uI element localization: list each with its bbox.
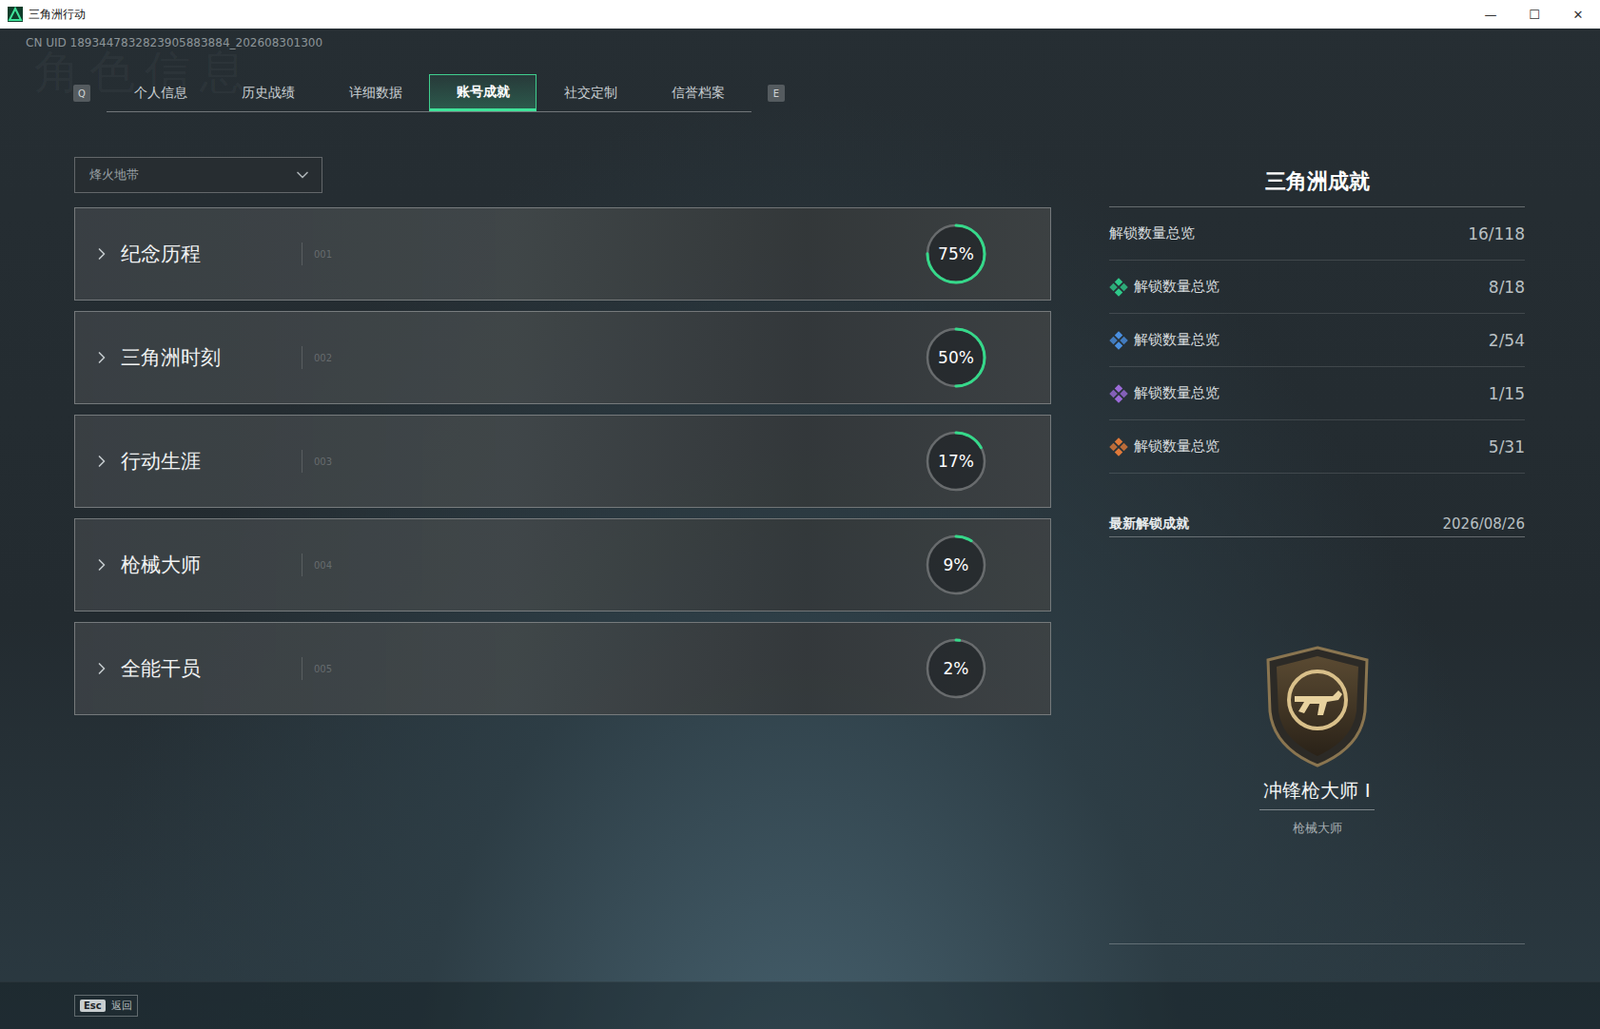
stat-label: 解锁数量总览 bbox=[1109, 331, 1489, 351]
tab-list: 个人信息历史战绩详细数据账号成就社交定制信誉档案 bbox=[106, 74, 752, 113]
category-index: 002 bbox=[301, 346, 925, 370]
category-card[interactable]: 枪械大师0049% bbox=[74, 518, 1052, 612]
category-index: 005 bbox=[301, 657, 925, 681]
next-tab-key[interactable]: E bbox=[767, 84, 785, 102]
tier-row: 解锁数量总览5/31 bbox=[1109, 420, 1525, 474]
category-title: 枪械大师 bbox=[120, 551, 302, 579]
tier-diamond-icon bbox=[1109, 277, 1129, 297]
category-percent: 2% bbox=[924, 637, 988, 701]
summary-title: 三角洲成就 bbox=[1109, 156, 1525, 208]
category-percent: 17% bbox=[924, 429, 988, 493]
category-index: 004 bbox=[301, 553, 925, 577]
tab[interactable]: 详细数据 bbox=[321, 74, 430, 112]
esc-key: Esc bbox=[79, 999, 106, 1013]
chevron-right-icon bbox=[92, 555, 112, 575]
category-progress: 50% bbox=[924, 326, 988, 390]
category-percent: 50% bbox=[924, 326, 988, 390]
stat-count: 16/118 bbox=[1467, 224, 1525, 244]
tab[interactable]: 账号成就 bbox=[429, 74, 537, 112]
category-percent: 75% bbox=[924, 222, 988, 286]
tab[interactable]: 信誉档案 bbox=[643, 74, 752, 112]
badge-name: 冲锋枪大师 I bbox=[1259, 778, 1374, 811]
back-button[interactable]: Esc 返回 bbox=[74, 995, 138, 1017]
content: 烽火地带纪念历程00175%三角洲时刻00250%行动生涯00317%枪械大师0… bbox=[0, 156, 1600, 945]
tab[interactable]: 历史战绩 bbox=[214, 74, 322, 112]
stat-count: 1/15 bbox=[1488, 384, 1525, 404]
back-label: 返回 bbox=[111, 998, 133, 1014]
category-progress: 75% bbox=[924, 222, 988, 286]
tab-bar: Q 个人信息历史战绩详细数据账号成就社交定制信誉档案 E bbox=[73, 74, 1600, 113]
total-row: 解锁数量总览16/118 bbox=[1109, 207, 1525, 261]
stat-count: 2/54 bbox=[1488, 331, 1525, 351]
category-card[interactable]: 全能干员0052% bbox=[74, 622, 1052, 716]
latest-header: 最新解锁成就 2026/08/26 bbox=[1109, 513, 1525, 538]
mode-dropdown-value: 烽火地带 bbox=[89, 166, 139, 184]
category-list: 纪念历程00175%三角洲时刻00250%行动生涯00317%枪械大师0049%… bbox=[74, 207, 1052, 716]
category-column: 烽火地带纪念历程00175%三角洲时刻00250%行动生涯00317%枪械大师0… bbox=[74, 156, 1052, 945]
summary-panel: 三角洲成就解锁数量总览16/118解锁数量总览8/18解锁数量总览2/54解锁数… bbox=[1109, 156, 1525, 945]
tier-diamond-icon bbox=[1109, 384, 1129, 404]
latest-badge[interactable]: 冲锋枪大师 I 枪械大师 bbox=[1109, 537, 1525, 945]
stat-label: 解锁数量总览 bbox=[1109, 277, 1489, 297]
category-title: 全能干员 bbox=[120, 655, 302, 683]
category-percent: 9% bbox=[924, 533, 988, 597]
stat-label: 解锁数量总览 bbox=[1109, 224, 1468, 243]
category-progress: 17% bbox=[924, 429, 988, 493]
mode-dropdown[interactable]: 烽火地带 bbox=[74, 156, 323, 194]
tab[interactable]: 社交定制 bbox=[536, 74, 644, 112]
game-window: 三角洲行动—☐✕角色信息CN UID 189344783282390588388… bbox=[0, 0, 1600, 1029]
chevron-right-icon bbox=[92, 348, 112, 368]
stat-count: 5/31 bbox=[1488, 437, 1525, 457]
latest-date: 2026/08/26 bbox=[1443, 515, 1525, 533]
category-card[interactable]: 纪念历程00175% bbox=[74, 207, 1052, 301]
tier-diamond-icon bbox=[1109, 331, 1129, 351]
window-control-button[interactable]: — bbox=[1468, 7, 1513, 22]
latest-heading: 最新解锁成就 bbox=[1109, 515, 1190, 533]
category-card[interactable]: 三角洲时刻00250% bbox=[74, 311, 1052, 405]
category-title: 行动生涯 bbox=[120, 448, 302, 475]
window-title: 三角洲行动 bbox=[28, 6, 1469, 23]
prev-tab-key[interactable]: Q bbox=[73, 84, 91, 102]
chevron-right-icon bbox=[92, 451, 112, 471]
stat-label: 解锁数量总览 bbox=[1109, 437, 1489, 457]
stat-count: 8/18 bbox=[1488, 277, 1525, 297]
chevron-right-icon bbox=[92, 244, 112, 264]
category-progress: 2% bbox=[924, 637, 988, 701]
stat-label: 解锁数量总览 bbox=[1109, 384, 1489, 404]
player-uid: CN UID 1893447832823905883884_2026083013… bbox=[25, 36, 1600, 50]
window-control-button[interactable]: ✕ bbox=[1556, 7, 1600, 22]
achievements-screen: 角色信息CN UID 1893447832823905883884_202608… bbox=[0, 28, 1600, 982]
category-index: 001 bbox=[301, 242, 925, 266]
tier-diamond-icon bbox=[1109, 437, 1129, 457]
tier-row: 解锁数量总览8/18 bbox=[1109, 260, 1525, 314]
app-logo-icon bbox=[7, 6, 23, 22]
badge-category: 枪械大师 bbox=[1292, 819, 1343, 838]
window-control-button[interactable]: ☐ bbox=[1512, 7, 1557, 22]
category-card[interactable]: 行动生涯00317% bbox=[74, 414, 1052, 508]
footer-bar: Esc 返回 bbox=[0, 981, 1600, 1029]
category-index: 003 bbox=[301, 449, 925, 473]
tab[interactable]: 个人信息 bbox=[106, 74, 215, 112]
category-progress: 9% bbox=[924, 533, 988, 597]
title-bar: 三角洲行动—☐✕ bbox=[0, 0, 1600, 29]
chevron-down-icon bbox=[292, 165, 313, 185]
category-title: 纪念历程 bbox=[120, 240, 302, 268]
chevron-right-icon bbox=[92, 659, 112, 679]
smg-master-badge-icon bbox=[1262, 644, 1373, 769]
category-title: 三角洲时刻 bbox=[120, 344, 302, 371]
tier-row: 解锁数量总览1/15 bbox=[1109, 367, 1525, 421]
tier-row: 解锁数量总览2/54 bbox=[1109, 313, 1525, 368]
